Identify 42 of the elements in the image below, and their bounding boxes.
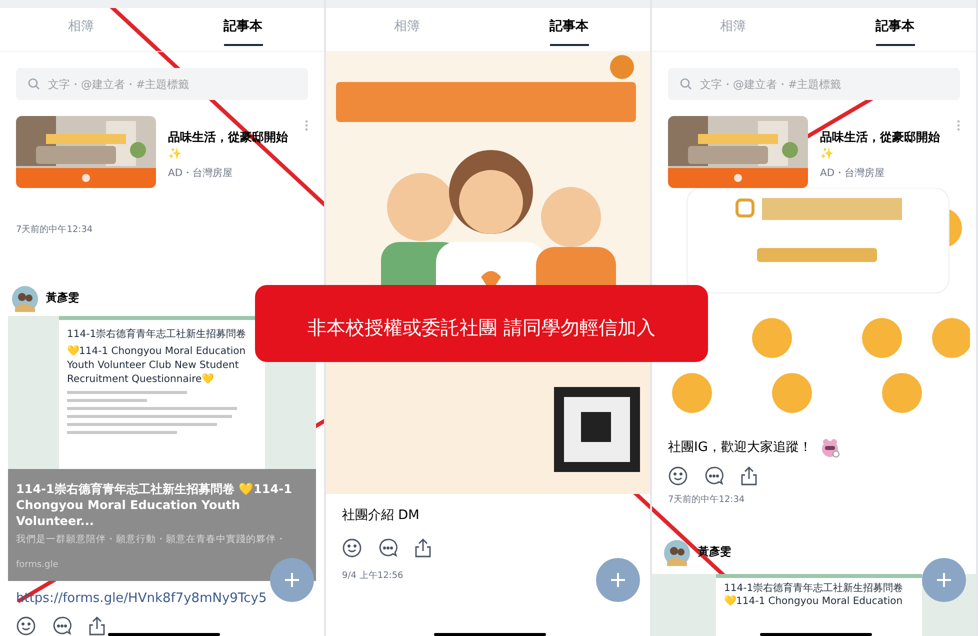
avatar [664,540,690,566]
ad-title: 品味生活，從豪邸開始 [820,129,940,146]
post-caption: 社團IG，歡迎大家追蹤！ [668,439,812,458]
avatar [12,286,38,312]
plus-icon [284,572,300,588]
post-time: 7天前的中午12:34 [16,224,93,237]
link-preview[interactable]: 114-1崇右德育青年志工社新生招募問卷 💛114-1 Chongyou Moral Education [652,574,976,636]
search-icon [28,78,40,90]
form-subtitle: 💛114-1 Chongyou Moral Education Youth Volunteer Club New Student Recruitment Questionnaire💛 [67,344,247,386]
ad-source: AD・台灣房屋 [168,166,234,181]
search-field[interactable]: 文字・@建立者・#主題標籤 [16,68,308,100]
share-icon[interactable] [88,616,106,636]
tab[interactable]: 記事本 [814,8,976,51]
add-button[interactable] [270,558,314,602]
post-time: 7天前的中午12:34 [668,494,745,507]
search-field[interactable]: 文字・@建立者・#主題標籤 [668,68,960,100]
comment-icon[interactable] [52,616,72,636]
form-subtitle: 💛114-1 Chongyou Moral Education [724,594,904,608]
preview-domain: forms.gle [16,559,60,572]
ad-source: AD・台灣房屋 [820,166,886,181]
preview-description: 我們是一群願意陪伴・願意行動・願意在青春中實踐的夥伴・ [16,533,287,548]
plus-icon [936,572,952,588]
post-time: 9/4 上午12:56 [342,570,404,582]
post-caption: 社團介紹 DM [342,507,420,525]
sparkle-emoji: ✨ [168,146,183,162]
smile-icon[interactable] [668,466,688,486]
form-title: 114-1崇右德育青年志工社新生招募問卷 [724,582,904,594]
tab[interactable]: 記事本 [488,8,650,51]
share-icon[interactable] [414,538,432,558]
smile-icon[interactable] [342,538,362,558]
warning-text: 非本校授權或委託社團 請同學勿輕信加入 [307,319,656,338]
plus-icon [610,572,626,588]
sparkle-emoji: ✨ [820,146,835,162]
form-title: 114-1崇右德育青年志工社新生招募問卷 [67,328,248,340]
smile-icon[interactable] [16,616,36,636]
search-icon [680,78,692,90]
comment-icon[interactable] [704,466,724,486]
share-icon[interactable] [740,466,758,486]
preview-title: 114-1崇右德育青年志工社新生招募問卷 💛114-1 Chongyou Moral Education Youth Volunteer... [16,481,293,530]
tab[interactable]: 記事本 [162,8,324,51]
author-name: 黃彥雯 [46,290,79,306]
comment-icon[interactable] [378,538,398,558]
